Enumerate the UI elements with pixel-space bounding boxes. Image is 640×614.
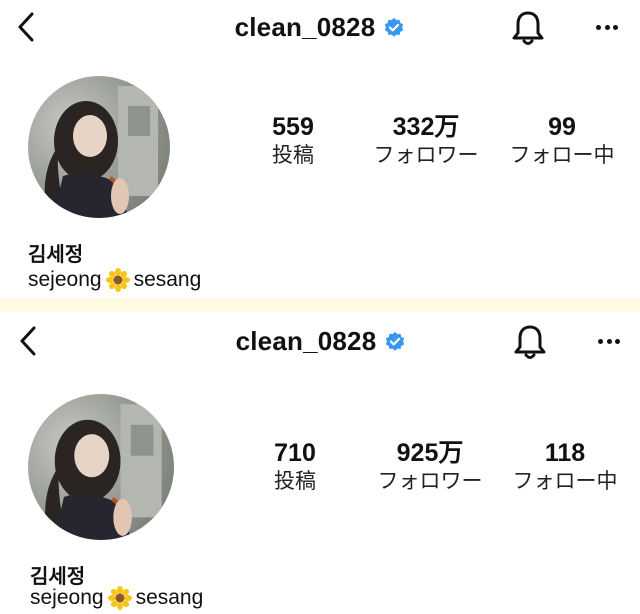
notifications-button[interactable] (508, 8, 548, 48)
posts-count: 710 (274, 439, 316, 467)
profile-screenshot-2: clean_0828 710 投稿 925万 フォロワー 118 フォロー中 김… (0, 312, 640, 614)
profile-header: clean_0828 (0, 0, 640, 56)
bio-text-before: sejeong (28, 268, 102, 291)
notifications-button[interactable] (510, 322, 550, 362)
bell-icon (512, 11, 544, 45)
following-label: フォロー中 (512, 470, 618, 493)
stat-followers[interactable]: 925万 フォロワー (370, 438, 490, 496)
bell-icon (514, 325, 546, 359)
display-name: 김세정 (28, 244, 84, 266)
posts-count: 559 (272, 113, 314, 141)
profile-header: clean_0828 (2, 312, 640, 368)
bio-text-after: sesang (135, 586, 204, 609)
bio: sejeong sesang (30, 586, 203, 610)
sunflower-icon (105, 268, 130, 292)
bio-text-before: sejeong (30, 586, 104, 609)
followers-count: 925万 (396, 439, 464, 467)
stat-followers[interactable]: 332万 フォロワー (366, 112, 486, 170)
stat-following[interactable]: 118 フォロー中 (506, 438, 624, 496)
more-options-button[interactable] (592, 12, 622, 42)
stat-following[interactable]: 99 フォロー中 (504, 112, 620, 170)
more-horizontal-icon (598, 338, 604, 344)
posts-label: 投稿 (274, 470, 316, 493)
followers-label: フォロワー (377, 470, 483, 493)
followers-label: フォロワー (373, 144, 479, 167)
username: clean_0828 (234, 12, 376, 42)
profile-avatar[interactable] (28, 394, 174, 540)
following-count: 118 (544, 439, 586, 467)
posts-label: 投稿 (272, 144, 314, 167)
profile-screenshot-1: clean_0828 559 投稿 332万 フォロワー 99 フォロー中 김세… (0, 0, 640, 298)
bio-text-after: sesang (133, 268, 202, 291)
followers-count: 332万 (392, 113, 460, 141)
sunflower-icon (107, 586, 132, 610)
bio: sejeong sesang (28, 268, 201, 292)
more-horizontal-icon (596, 24, 602, 30)
verified-badge-icon (386, 331, 405, 351)
following-label: フォロー中 (509, 144, 615, 167)
stat-posts[interactable]: 559 投稿 (256, 112, 330, 170)
more-options-button[interactable] (594, 326, 624, 356)
display-name: 김세정 (30, 566, 86, 588)
profile-avatar[interactable] (28, 76, 170, 218)
verified-badge-icon (385, 17, 404, 37)
username: clean_0828 (235, 326, 377, 356)
stat-posts[interactable]: 710 投稿 (258, 438, 332, 496)
following-count: 99 (548, 113, 576, 141)
